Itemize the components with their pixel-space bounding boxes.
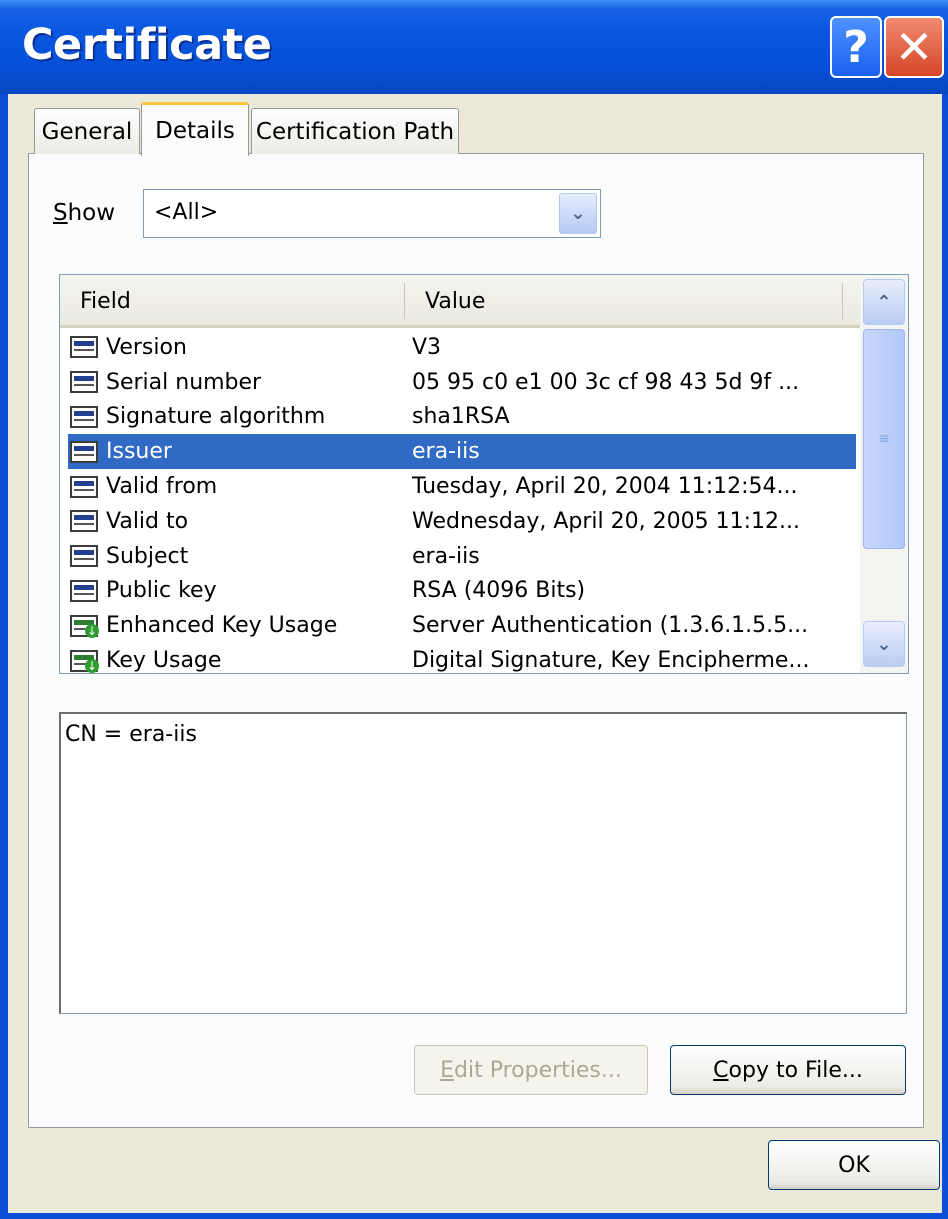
list-item[interactable]: Public key RSA (4096 Bits): [68, 574, 856, 609]
edit-properties-mnemonic: E: [440, 1057, 455, 1083]
certificate-field-icon: [70, 579, 100, 603]
tab-certification-path-label: Certification Path: [255, 118, 455, 145]
chevron-up-icon: ⌃: [876, 291, 892, 313]
list-item[interactable]: ↓ Enhanced Key Usage Server Authenticati…: [68, 608, 856, 643]
ok-button-label: OK: [838, 1152, 870, 1178]
field-value: V3: [412, 334, 442, 360]
field-name: Issuer: [106, 439, 172, 465]
scroll-down-button[interactable]: ⌄: [863, 621, 905, 667]
list-item[interactable]: Valid from Tuesday, April 20, 2004 11:12…: [68, 469, 856, 504]
grip-icon: ≡: [878, 431, 890, 447]
tab-general[interactable]: General: [34, 108, 140, 154]
list-item[interactable]: ↓ Key Usage Digital Signature, Key Encip…: [68, 643, 856, 674]
ok-button[interactable]: OK: [768, 1140, 940, 1190]
edit-properties-label: dit Properties...: [454, 1057, 622, 1083]
field-name: Public key: [106, 578, 217, 604]
title-bar[interactable]: Certificate ? ✕: [0, 0, 948, 94]
certificate-field-icon: [70, 440, 100, 464]
column-divider[interactable]: [404, 283, 405, 319]
field-list[interactable]: Field Value Version V3 Serial number 05 …: [59, 274, 909, 674]
column-header-value[interactable]: Value: [425, 289, 485, 314]
field-detail-text: CN = era-iis: [65, 722, 197, 747]
scroll-thumb[interactable]: ≡: [863, 329, 905, 549]
tab-general-label: General: [41, 118, 133, 145]
window-title: Certificate: [22, 20, 272, 70]
list-item[interactable]: Serial number 05 95 c0 e1 00 3c cf 98 43…: [68, 365, 856, 400]
show-dropdown-value: <All>: [154, 200, 219, 225]
field-value: RSA (4096 Bits): [412, 578, 586, 604]
field-value: era-iis: [412, 543, 480, 569]
tab-details-label: Details: [155, 117, 235, 144]
show-dropdown[interactable]: <All> ⌄: [143, 189, 601, 238]
field-detail-textbox[interactable]: CN = era-iis: [59, 712, 907, 1014]
certificate-field-icon: [70, 370, 100, 394]
column-header-field[interactable]: Field: [80, 289, 131, 314]
show-label-mnemonic: S: [53, 200, 68, 226]
field-value: 05 95 c0 e1 00 3c cf 98 43 5d 9f ...: [412, 369, 800, 395]
field-name: Subject: [106, 543, 189, 569]
field-value: Digital Signature, Key Encipherme...: [412, 648, 810, 674]
copy-to-file-mnemonic: C: [713, 1057, 729, 1083]
list-header: Field Value: [60, 275, 860, 328]
close-icon: ✕: [894, 20, 934, 74]
list-item-selected[interactable]: Issuer era-iis: [68, 434, 856, 470]
field-value: era-iis: [412, 439, 480, 465]
field-name: Version: [106, 334, 187, 360]
list-item[interactable]: Subject era-iis: [68, 539, 856, 574]
help-button[interactable]: ?: [830, 16, 882, 78]
certificate-extension-icon: ↓: [70, 649, 100, 673]
edit-properties-button[interactable]: Edit Properties...: [414, 1045, 648, 1095]
chevron-down-icon[interactable]: ⌄: [559, 193, 597, 234]
list-item[interactable]: Signature algorithm sha1RSA: [68, 400, 856, 435]
field-name: Key Usage: [106, 648, 222, 674]
list-item[interactable]: Valid to Wednesday, April 20, 2005 11:12…: [68, 504, 856, 539]
copy-to-file-label: opy to File...: [728, 1057, 863, 1083]
tab-details[interactable]: Details: [141, 102, 249, 156]
certificate-field-icon: [70, 405, 100, 429]
certificate-field-icon: [70, 475, 100, 499]
field-value: Server Authentication (1.3.6.1.5.5...: [412, 613, 809, 639]
tab-certification-path[interactable]: Certification Path: [251, 108, 459, 154]
list-rows: Version V3 Serial number 05 95 c0 e1 00 …: [60, 330, 860, 674]
show-label-rest: how: [67, 200, 116, 226]
close-button[interactable]: ✕: [884, 16, 944, 78]
vertical-scrollbar[interactable]: ⌃ ≡ ⌄: [860, 275, 908, 673]
certificate-field-icon: [70, 544, 100, 568]
certificate-extension-icon: ↓: [70, 614, 100, 638]
field-value: Wednesday, April 20, 2005 11:12...: [412, 508, 800, 534]
field-name: Enhanced Key Usage: [106, 613, 338, 639]
help-icon: ?: [843, 21, 869, 73]
field-value: Tuesday, April 20, 2004 11:12:54...: [412, 474, 798, 500]
certificate-field-icon: [70, 509, 100, 533]
field-name: Serial number: [106, 369, 262, 395]
field-value: sha1RSA: [412, 404, 510, 430]
show-label: Show: [53, 200, 115, 226]
copy-to-file-button[interactable]: Copy to File...: [670, 1045, 906, 1095]
certificate-field-icon: [70, 335, 100, 359]
field-name: Valid from: [106, 474, 218, 500]
column-divider[interactable]: [842, 283, 843, 319]
scroll-up-button[interactable]: ⌃: [863, 279, 905, 325]
field-name: Valid to: [106, 508, 189, 534]
field-name: Signature algorithm: [106, 404, 326, 430]
list-item[interactable]: Version V3: [68, 330, 856, 365]
chevron-down-icon: ⌄: [876, 633, 892, 655]
